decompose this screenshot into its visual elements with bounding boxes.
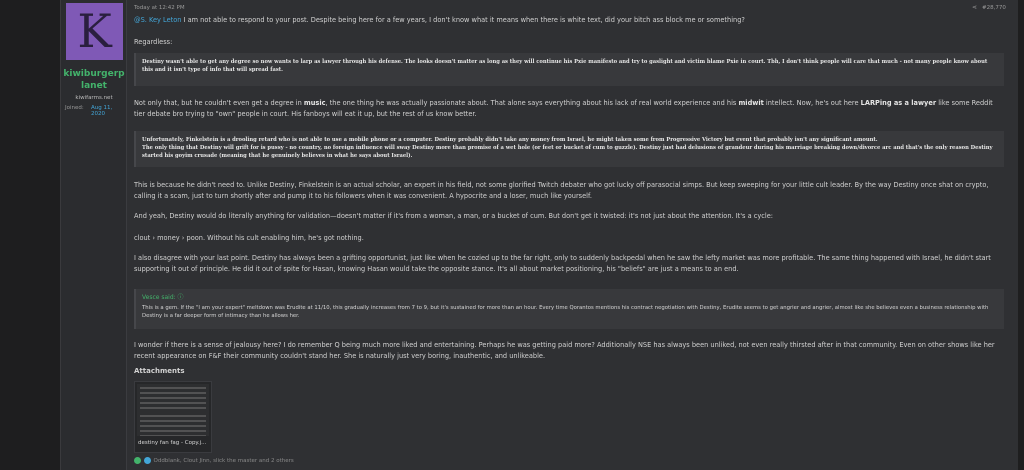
quote-block-2: Unfortunately, Finkelstein is a drooling… <box>134 131 1004 167</box>
joined-date: Aug 11, 2020 <box>91 105 113 117</box>
thumb-line <box>140 392 206 394</box>
paragraph-1-text: I am not able to respond to your post. D… <box>183 16 745 24</box>
text-span: Not only that, but he couldn't even get … <box>134 99 304 107</box>
text-span: , the one thing he was actually passiona… <box>325 99 739 107</box>
attachment-card[interactable]: destiny fan fag - Copy.j... <box>134 381 212 453</box>
reaction-check-icon <box>134 457 141 464</box>
text-span: intellect. Now, he's out here <box>763 99 861 107</box>
bold-text: music <box>303 99 326 107</box>
thumb-line <box>140 420 206 422</box>
reaction-info-icon <box>143 457 151 464</box>
quote-2-line-1: Unfortunately, Finkelstein is a drooling… <box>142 137 878 143</box>
thumb-line <box>140 425 206 427</box>
quote-2-line-2: The only thing that Destiny will grift f… <box>142 145 993 159</box>
user-title: kiwifarms.net <box>75 95 113 101</box>
thumb-line <box>140 397 206 399</box>
paragraph-7: I also disagree with your last point. De… <box>134 254 991 273</box>
post-number-link[interactable]: #28,770 <box>982 5 1006 11</box>
paragraph-6: clout › money › poon. Without his cult e… <box>134 234 364 242</box>
thumb-line <box>140 430 206 432</box>
attachments-heading: Attachments <box>134 367 185 375</box>
reactions-text[interactable]: Oddblank, Clout Jinn, slick the master a… <box>154 458 294 464</box>
paragraph-2: Regardless: <box>134 38 173 46</box>
post-timestamp[interactable]: Today at 12:42 PM <box>134 5 185 11</box>
quote-block-3: Vesce said: ⓘ This is a gem. If the "I a… <box>134 289 1004 329</box>
share-icon[interactable]: ⋖ <box>972 4 977 11</box>
paragraph-4: This is because he didn't need to. Unlik… <box>134 181 989 200</box>
paragraph-3: Not only that, but he couldn't even get … <box>134 98 1004 120</box>
attachment-thumbnail[interactable] <box>137 384 209 436</box>
user-mention-link[interactable]: @S. Key Leton <box>134 16 181 24</box>
quote-author-link[interactable]: Vesce said: ⓘ <box>136 289 1004 301</box>
bold-text: LARPing as a lawyer <box>860 99 937 107</box>
thumb-line <box>140 407 206 409</box>
reactions-bar[interactable]: Oddblank, Clout Jinn, slick the master a… <box>134 457 294 464</box>
thumb-line <box>140 387 206 389</box>
joined-label: Joined: <box>65 105 84 111</box>
user-info-pane: K kiwiburgerplanet kiwifarms.net Joined:… <box>61 0 127 470</box>
paragraph-8: I wonder if there is a sense of jealousy… <box>134 341 995 360</box>
avatar[interactable]: K <box>66 3 123 60</box>
thumb-line <box>140 402 206 404</box>
bold-text: midwit <box>738 99 764 107</box>
attachment-filename[interactable]: destiny fan fag - Copy.j... <box>138 440 206 446</box>
thumb-line <box>140 435 206 436</box>
thumb-line <box>140 415 206 417</box>
quote-block-1: Destiny wasn't able to get any degree so… <box>134 53 1004 86</box>
quote-3-body: This is a gem. If the "I am your expert"… <box>142 305 989 319</box>
username-link[interactable]: kiwiburgerplanet <box>63 68 125 92</box>
paragraph-5: And yeah, Destiny would do literally any… <box>134 212 773 220</box>
paragraph-1: @S. Key Leton I am not able to respond t… <box>134 15 1004 26</box>
